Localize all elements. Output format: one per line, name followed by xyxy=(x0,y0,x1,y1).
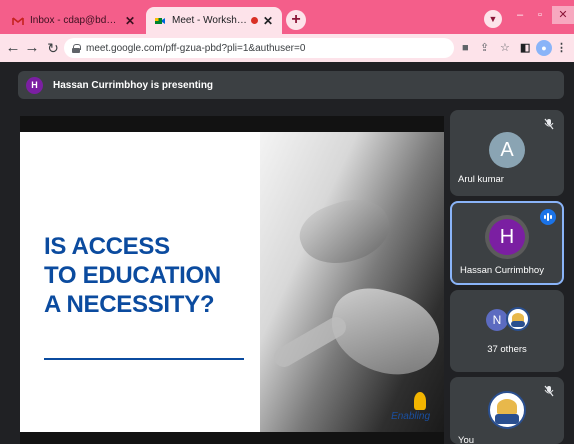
new-tab-button[interactable]: + xyxy=(286,10,306,30)
close-icon[interactable]: ✕ xyxy=(124,14,136,28)
slide-photo: Enabling xyxy=(260,132,444,432)
window-close-button[interactable]: ✕ xyxy=(552,6,574,24)
share-icon[interactable]: ⇪ xyxy=(480,40,489,56)
tab-inbox[interactable]: Inbox - cdap@bdu.ac.in - Bharath ✕ xyxy=(4,7,144,34)
participant-tile-arul[interactable]: A Arul kumar xyxy=(450,110,564,196)
forward-button[interactable]: → xyxy=(23,39,41,57)
slide-line: A NECESSITY? xyxy=(44,291,215,318)
participant-name: Hassan Currimbhoy xyxy=(460,265,544,276)
tab-strip: Inbox - cdap@bdu.ac.in - Bharath ✕ Meet … xyxy=(0,0,574,34)
photo-hand xyxy=(292,188,398,276)
meet-icon xyxy=(155,17,165,24)
profile-avatar-icon[interactable]: ● xyxy=(536,40,552,56)
side-panel-icon[interactable]: ◧ xyxy=(520,40,530,56)
participant-name: Arul kumar xyxy=(458,174,504,185)
url-text: meet.google.com/pff-gzua-pbd?pli=1&authu… xyxy=(86,42,306,54)
menu-kebab-icon[interactable]: ⋮ xyxy=(556,40,567,56)
brand-text: Enabling xyxy=(391,411,430,422)
avatar: A xyxy=(489,132,525,168)
tab-title: Inbox - cdap@bdu.ac.in - Bharath xyxy=(30,15,120,26)
tab-search-chevron-icon[interactable]: ▼ xyxy=(484,10,502,28)
avatar: N xyxy=(486,309,508,331)
mic-off-icon xyxy=(542,385,556,399)
slide-divider xyxy=(44,358,244,360)
tab-title: Meet - Workshop on Assistive xyxy=(172,15,247,26)
mic-off-icon xyxy=(542,118,556,132)
speaking-indicator-icon xyxy=(540,209,556,225)
camera-in-use-icon[interactable]: ■ xyxy=(462,40,469,56)
university-logo-icon xyxy=(488,391,526,429)
presenting-text: Hassan Currimbhoy is presenting xyxy=(53,79,214,91)
brand-logo-icon xyxy=(414,392,426,410)
avatar: H xyxy=(489,219,525,255)
avatar: H xyxy=(26,76,43,94)
presentation-stage[interactable]: IS ACCESS TO EDUCATION A NECESSITY? Enab… xyxy=(20,116,444,444)
participant-tile-others[interactable]: N 37 others xyxy=(450,290,564,372)
tab-meet[interactable]: Meet - Workshop on Assistive ✕ xyxy=(146,7,282,34)
maximize-button[interactable]: ▫ xyxy=(530,6,550,24)
browser-toolbar: ← → ↻ meet.google.com/pff-gzua-pbd?pli=1… xyxy=(0,34,574,62)
slide-line: IS ACCESS xyxy=(44,233,170,260)
minimize-button[interactable]: – xyxy=(510,6,530,24)
participant-tile-hassan[interactable]: H Hassan Currimbhoy xyxy=(450,201,564,285)
bookmark-star-icon[interactable]: ☆ xyxy=(500,40,510,56)
back-button[interactable]: ← xyxy=(4,39,22,57)
close-icon[interactable]: ✕ xyxy=(262,14,274,28)
lock-icon[interactable] xyxy=(72,43,81,53)
gmail-icon xyxy=(12,16,24,25)
slide-heading: IS ACCESS TO EDUCATION A NECESSITY? xyxy=(44,232,260,319)
address-bar[interactable]: meet.google.com/pff-gzua-pbd?pli=1&authu… xyxy=(64,38,454,58)
university-logo-icon xyxy=(506,307,530,331)
slide-line: TO EDUCATION xyxy=(44,262,221,289)
recording-icon xyxy=(251,17,258,24)
reload-button[interactable]: ↻ xyxy=(44,39,62,57)
presenting-banner: H Hassan Currimbhoy is presenting xyxy=(18,71,564,99)
others-count: 37 others xyxy=(487,344,527,355)
shared-slide: IS ACCESS TO EDUCATION A NECESSITY? Enab… xyxy=(20,132,444,432)
participant-tile-you[interactable]: You xyxy=(450,377,564,444)
participant-name: You xyxy=(458,435,475,444)
